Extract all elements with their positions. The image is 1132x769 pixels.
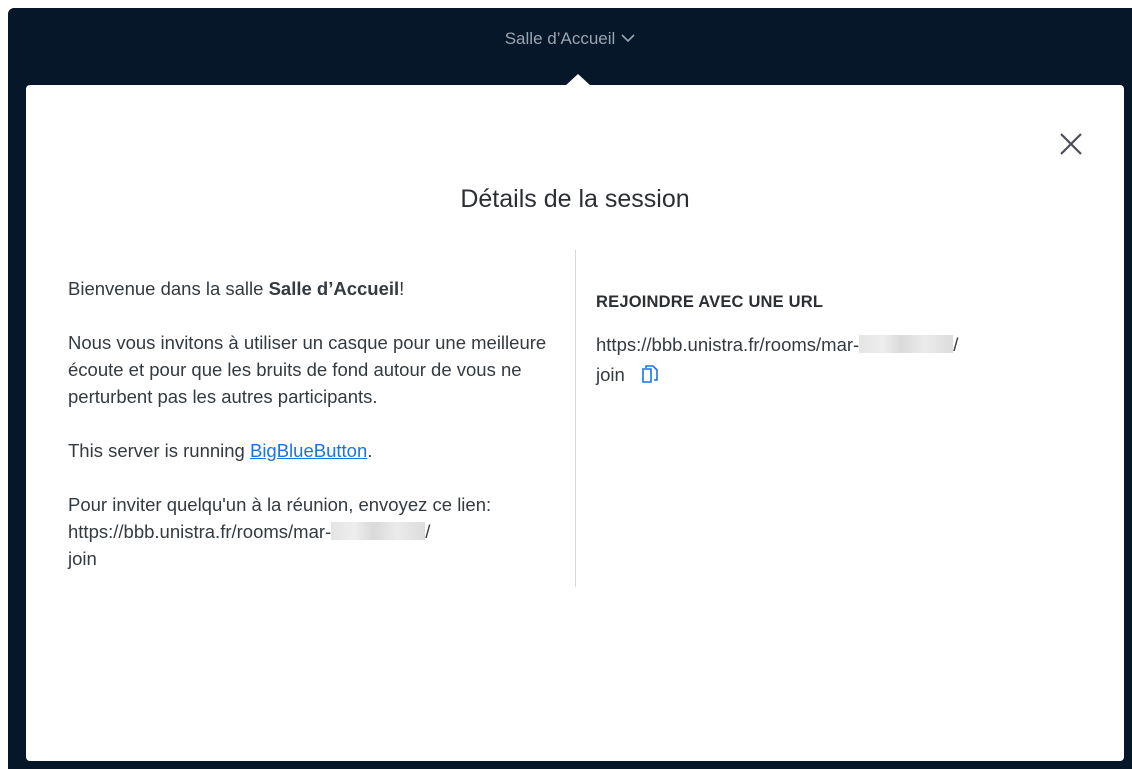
- welcome-room-name: Salle d’Accueil: [268, 278, 400, 299]
- invite-message: Pour inviter quelqu'un à la réunion, env…: [68, 491, 558, 572]
- join-url-section: REJOINDRE AVEC UNE URL https://bbb.unist…: [596, 293, 1076, 393]
- copy-icon[interactable]: [641, 363, 659, 393]
- welcome-message: Bienvenue dans la salle Salle d’Accueil!…: [68, 275, 558, 599]
- welcome-line: Bienvenue dans la salle Salle d’Accueil!: [68, 275, 558, 302]
- session-details-modal: Détails de la session Bienvenue dans la …: [26, 85, 1124, 761]
- welcome-suffix: !: [399, 278, 405, 299]
- join-url-start: https://bbb.unistra.fr/rooms/mar-: [596, 334, 860, 355]
- close-icon: [1060, 133, 1082, 155]
- invite-intro: Pour inviter quelqu'un à la réunion, env…: [68, 494, 492, 515]
- modal-title: Détails de la session: [460, 185, 690, 213]
- server-info-prefix: This server is running: [68, 440, 250, 461]
- redacted-blur: [331, 522, 426, 540]
- room-title: Salle d’Accueil: [504, 29, 616, 48]
- server-info-suffix: .: [367, 440, 373, 461]
- chevron-down-icon: [621, 27, 635, 49]
- join-url-end: /: [953, 334, 959, 355]
- screen: Salle d’Accueil Détails de la session Bi…: [0, 0, 1132, 769]
- join-url-last-line: join: [596, 364, 625, 385]
- close-button[interactable]: [1058, 131, 1084, 157]
- bigbluebutton-link[interactable]: BigBlueButton: [250, 440, 367, 461]
- invite-url-last-line: join: [68, 548, 97, 569]
- window-edge: [0, 0, 8, 769]
- headset-advice: Nous vous invitons à utiliser un casque …: [68, 332, 547, 407]
- invite-url-start: https://bbb.unistra.fr/rooms/mar-: [68, 521, 332, 542]
- invite-url-end: /: [425, 521, 431, 542]
- redacted-blur: [859, 335, 954, 353]
- column-divider: [575, 250, 576, 587]
- join-url-heading: REJOINDRE AVEC UNE URL: [596, 293, 824, 311]
- room-title-dropdown[interactable]: Salle d’Accueil: [8, 28, 1132, 51]
- welcome-prefix: Bienvenue dans la salle: [68, 278, 269, 299]
- server-info: This server is running BigBlueButton.: [68, 437, 558, 464]
- join-url: https://bbb.unistra.fr/rooms/mar- / join: [596, 330, 1076, 393]
